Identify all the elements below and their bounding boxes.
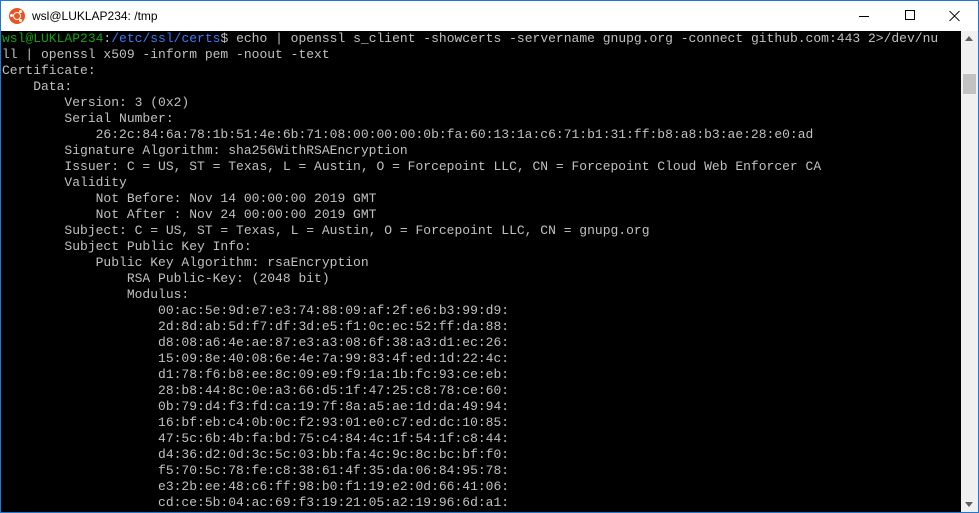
output-line: d8:08:a6:4e:ae:87:e3:a3:08:6f:38:a3:d1:e… — [2, 335, 510, 350]
output-line: Not Before: Nov 14 00:00:00 2019 GMT — [2, 191, 377, 206]
output-line: Public Key Algorithm: rsaEncryption — [2, 255, 369, 270]
output-line: Not After : Nov 24 00:00:00 2019 GMT — [2, 207, 377, 222]
scroll-up-arrow-icon[interactable] — [965, 36, 973, 41]
output-line: Signature Algorithm: sha256WithRSAEncryp… — [2, 143, 408, 158]
output-line: 26:2c:84:6a:78:1b:51:4e:6b:71:08:00:00:0… — [2, 127, 814, 142]
output-line: 2d:8d:ab:5d:f7:df:3d:e5:f1:0c:ec:52:ff:d… — [2, 319, 510, 334]
maximize-icon — [905, 10, 915, 20]
output-line: d4:36:d2:0d:3c:5c:03:bb:fa:4c:9c:8c:bc:b… — [2, 447, 510, 462]
output-line: Modulus: — [2, 287, 190, 302]
command-line: wsl@LUKLAP234:/etc/ssl/certs$ echo | ope… — [1, 31, 961, 47]
output-line: Subject Public Key Info: — [2, 239, 252, 254]
output-line: e3:2b:ee:48:c6:ff:98:b0:f1:19:e2:0d:66:4… — [2, 479, 510, 494]
output-line: 15:09:8e:40:08:6e:4e:7a:99:83:4f:ed:1d:2… — [2, 351, 510, 366]
output-line: Subject: C = US, ST = Texas, L = Austin,… — [2, 223, 650, 238]
output-line: Serial Number: — [2, 111, 174, 126]
output-line: Validity — [2, 175, 127, 190]
output-line: 0b:79:d4:f3:fd:ca:19:7f:8a:a5:ae:1d:da:4… — [2, 399, 510, 414]
close-button[interactable] — [932, 1, 978, 31]
terminal-output[interactable]: wsl@LUKLAP234:/etc/ssl/certs$ echo | ope… — [1, 31, 961, 512]
output-line: cd:ce:5b:04:ac:69:f3:19:21:05:a2:19:96:6… — [2, 495, 510, 510]
prompt-path: /etc/ssl/certs — [111, 31, 221, 46]
title-bar[interactable]: wsl@LUKLAP234: /tmp — [1, 1, 978, 31]
scrollbar-thumb[interactable] — [963, 74, 976, 94]
scroll-down-arrow-icon[interactable] — [965, 502, 973, 507]
command-line-continued: ll | openssl x509 -inform pem -noout -te… — [2, 47, 330, 62]
close-icon — [949, 10, 960, 21]
output-line: 00:ac:5e:9d:e7:e3:74:88:09:af:2f:e6:b3:9… — [2, 303, 510, 318]
output-line: 47:5c:6b:4b:fa:bd:75:c4:84:4c:1f:54:1f:c… — [2, 431, 510, 446]
output-line: Version: 3 (0x2) — [2, 95, 190, 110]
ubuntu-icon[interactable] — [9, 8, 25, 24]
output-line: f5:70:5c:78:fe:c8:38:61:4f:35:da:06:84:9… — [2, 463, 510, 478]
command-text: echo | openssl s_client -showcerts -serv… — [228, 31, 939, 46]
vertical-scrollbar[interactable] — [961, 31, 978, 512]
maximize-button[interactable] — [887, 1, 933, 31]
output-line: Certificate: — [2, 63, 96, 78]
prompt-user-host: wsl@LUKLAP234 — [2, 31, 104, 46]
minimize-icon — [859, 16, 869, 17]
output-line: 28:b8:44:8c:0e:a3:66:d5:1f:47:25:c8:78:c… — [2, 383, 510, 398]
output-block: Certificate: Data: Version: 3 (0x2) Seri… — [1, 63, 961, 511]
output-line: Data: — [2, 79, 73, 94]
window-title: wsl@LUKLAP234: /tmp — [32, 9, 158, 23]
output-line: d1:78:f6:b8:ee:8c:09:e9:f9:1a:1b:fc:93:c… — [2, 367, 510, 382]
output-line: Issuer: C = US, ST = Texas, L = Austin, … — [2, 159, 822, 174]
terminal-window: wsl@LUKLAP234: /tmp wsl@LUKLAP234:/etc/s… — [0, 0, 979, 513]
output-line: 16:bf:eb:c4:0b:0c:f2:93:01:e0:c7:ed:dc:1… — [2, 415, 510, 430]
minimize-button[interactable] — [841, 1, 887, 31]
output-line: RSA Public-Key: (2048 bit) — [2, 271, 330, 286]
